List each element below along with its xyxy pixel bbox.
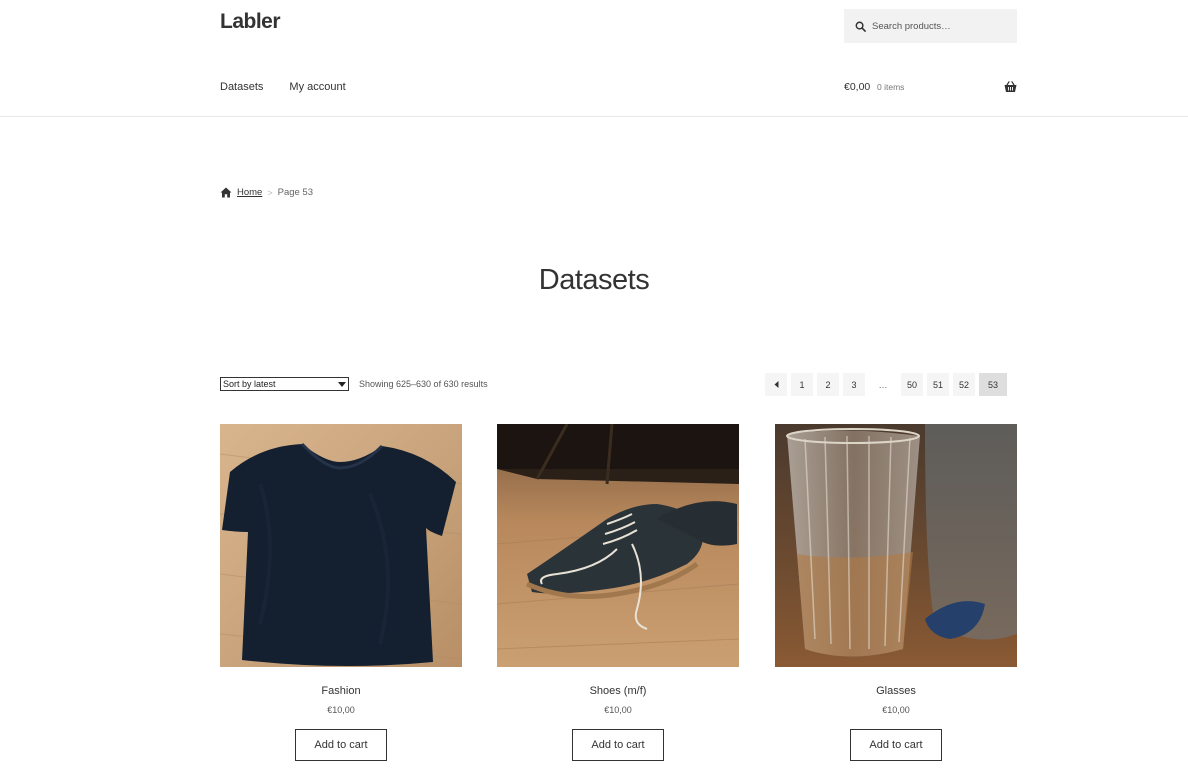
product-card-fashion: Fashion €10,00 Add to cart [220,424,462,761]
product-price: €10,00 [604,705,632,715]
suede-shoe-photo [497,424,739,667]
site-header: Labler Datasets My account €0,00 0 items [0,0,1188,117]
dark-tshirt-photo [220,424,462,667]
product-image[interactable] [497,424,739,667]
pagination-page-52[interactable]: 52 [953,373,975,396]
basket-icon [1004,81,1017,92]
search-input[interactable] [872,20,1012,32]
mini-cart[interactable]: €0,00 0 items [844,81,1017,95]
product-image[interactable] [775,424,1017,667]
product-price: €10,00 [327,705,355,715]
pagination-page-51[interactable]: 51 [927,373,949,396]
add-to-cart-button[interactable]: Add to cart [850,729,942,761]
breadcrumb-separator: > [267,187,273,198]
page-title: Datasets [538,264,650,296]
result-count: Showing 625–630 of 630 results [359,379,488,389]
search-box[interactable] [844,9,1017,43]
pagination-page-current: 53 [979,373,1007,396]
site-title[interactable]: Labler [220,10,281,34]
caret-left-icon [774,381,778,388]
pagination-page-2[interactable]: 2 [817,373,839,396]
pagination-page-1[interactable]: 1 [791,373,813,396]
product-price: €10,00 [882,705,910,715]
nav-item-datasets[interactable]: Datasets [220,81,263,93]
product-image[interactable] [220,424,462,667]
cart-amount: €0,00 [844,81,871,93]
add-to-cart-button[interactable]: Add to cart [295,729,387,761]
sort-select[interactable]: Sort by latest [220,377,349,391]
product-name[interactable]: Shoes (m/f) [497,685,739,697]
product-card-shoes: Shoes (m/f) €10,00 Add to cart [497,424,739,761]
breadcrumb-current: Page 53 [277,187,314,198]
pagination-page-50[interactable]: 50 [901,373,923,396]
cart-item-count: 0 items [877,82,905,92]
breadcrumb: Home > Page 53 [220,187,313,198]
product-card-glasses: Glasses €10,00 Add to cart [775,424,1017,761]
main-nav: Datasets My account [220,81,372,93]
product-name[interactable]: Glasses [775,685,1017,697]
pagination-prev-button[interactable] [765,373,787,396]
nav-item-my-account[interactable]: My account [289,81,345,93]
search-icon [855,21,866,32]
breadcrumb-home-link[interactable]: Home [237,187,262,198]
pagination-ellipsis: … [878,379,888,390]
drinking-glass-photo [775,424,1017,667]
home-icon [220,187,232,198]
pagination: 1 2 3 … 50 51 52 53 [765,373,1007,396]
pagination-page-3[interactable]: 3 [843,373,865,396]
chevron-down-icon [338,381,346,387]
product-name[interactable]: Fashion [220,685,462,697]
sort-select-value: Sort by latest [223,379,276,389]
add-to-cart-button[interactable]: Add to cart [572,729,664,761]
